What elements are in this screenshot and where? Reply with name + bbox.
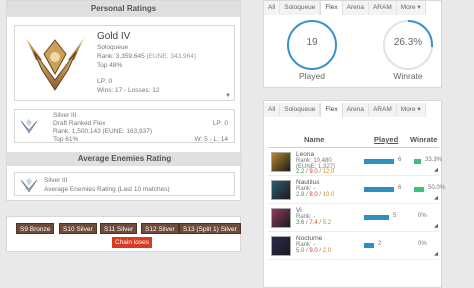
tab-all[interactable]: All [264,103,281,117]
expand-corner-icon[interactable]: ◢ [434,167,438,173]
silver-rank-emblem-icon [20,119,38,134]
solo-lp: LP: 0 [97,78,113,85]
stats-panel: All Soloqueue Flex Arena ARAM More ▾ 19 … [263,0,442,88]
solo-queue-name: Soloqueue [97,44,129,51]
header-divider [268,147,439,148]
enemies-rank-card: Silver III Average Enemies Rating (Last … [14,172,235,196]
tab-arena[interactable]: Arena [342,103,369,117]
enemies-desc: Average Enemies Rating (Last 10 matches) [44,186,170,193]
expand-chevron-icon[interactable]: ▼ [225,93,231,99]
champion-name[interactable]: Nautilus [296,179,319,186]
tab-soloqueue[interactable]: Soloqueue [280,103,321,117]
tab-all[interactable]: All [264,1,281,15]
flex-queue-name: Draft Ranked Flex [53,120,106,127]
played-bar [364,215,389,220]
winrate-ring: 26.3% [382,19,434,71]
champion-kda: 2.8 / 8.0 / 10.0 [296,192,335,198]
champion-row[interactable]: Nocturne Rank: -5.0 / 9.0 / 2.0 2 0% ◢ [268,233,439,260]
tab-flex[interactable]: Flex [320,1,343,15]
played-column-header[interactable]: Played [374,135,398,144]
champion-kda: 2.2 / 9.0 / 12.0 [296,169,335,175]
tab-soloqueue[interactable]: Soloqueue [280,1,321,15]
flex-rank: Rank: 1,500,143 (EUNE: 163,937) [53,128,153,135]
flex-rank-card: Silver III Draft Ranked Flex Rank: 1,500… [14,109,235,143]
played-bar [364,187,394,192]
played-count: 2 [378,241,382,247]
winrate-value: 26.3% [393,37,423,48]
winrate-column-header[interactable]: Winrate [410,135,437,144]
tab-more[interactable]: More ▾ [396,103,426,117]
flex-top-percent: Top 61% [53,136,79,143]
solo-record: Wins: 17 - Losses: 12 [97,87,160,94]
tab-aram[interactable]: ARAM [368,103,397,117]
season-badge[interactable]: S11 Silver [100,223,138,234]
winrate-bar [414,187,424,192]
winrate-percent: 50.0% [428,185,446,191]
played-bar [364,243,374,248]
champion-row[interactable]: Nautilus Rank: -2.8 / 8.0 / 10.0 6 50.0% ◢ [268,177,445,204]
champion-portrait[interactable] [271,152,291,172]
champion-kda: 3.6 / 7.4 / 5.2 [296,220,332,226]
solo-top-percent: Top 48% [97,62,123,69]
played-count: 6 [398,157,402,163]
champion-name[interactable]: Leona [296,151,314,158]
chevron-down-icon: ▾ [417,106,421,113]
champion-portrait[interactable] [271,236,291,256]
solo-rank: Rank: 3,359,645 (EUNE: 343,964) [97,53,197,60]
chevron-down-icon: ▾ [417,4,421,11]
stats-tabs: All Soloqueue Flex Arena ARAM More ▾ [264,1,426,15]
champion-name[interactable]: Vi [296,207,302,214]
played-count: 5 [393,213,397,219]
played-count: 19 [306,37,318,48]
silver-rank-emblem-icon [20,178,38,193]
played-ring: 19 [286,19,338,71]
expand-corner-icon[interactable]: ◢ [434,195,438,201]
season-badge[interactable]: S9 Bronze [16,223,55,234]
expand-corner-icon[interactable]: ◢ [434,223,438,229]
average-enemies-title: Average Enemies Rating [7,152,242,166]
champion-kda: 5.0 / 9.0 / 2.0 [296,248,332,254]
season-badge[interactable]: S10 Silver [59,223,97,234]
season-badge[interactable]: S13 (Split 1) Silver [179,223,241,234]
winrate-percent: 33.3% [425,157,443,163]
winrate-label: Winrate [393,71,423,81]
tab-aram[interactable]: ARAM [368,1,397,15]
flex-record: W: 5 - L: 14 [194,136,228,143]
enemies-tier: Silver III [44,177,68,184]
name-column-header[interactable]: Name [304,135,324,144]
champion-portrait[interactable] [271,180,291,200]
gold-rank-emblem-icon [26,38,84,91]
soloqueue-rank-card: Gold IV Soloqueue Rank: 3,359,645 (EUNE:… [14,25,235,101]
season-history-panel: S9 Bronze S10 Silver S11 Silver S12 Silv… [6,216,241,252]
played-bar [364,159,394,164]
tab-arena[interactable]: Arena [342,1,369,15]
champion-portrait[interactable] [271,208,291,228]
winrate-bar [414,159,421,164]
champion-row[interactable]: Vi Rank: -3.6 / 7.4 / 5.2 5 0% ◢ [268,205,439,232]
season-badge[interactable]: S12 Silver [141,223,179,234]
personal-ratings-title: Personal Ratings [7,1,240,17]
flex-tier: Silver III [53,112,77,119]
solo-tier: Gold IV [97,31,131,42]
winrate-percent: 0% [418,241,427,247]
tab-flex[interactable]: Flex [320,103,343,117]
played-count: 6 [398,185,402,191]
flex-lp: LP: 0 [212,120,228,127]
champion-row[interactable]: Leona Rank: 10,480 (EUNE: 1,327) 2.2 / 9.0 … [268,149,443,176]
personal-ratings-panel: Personal Ratings Gold IV Soloqueue Rank:… [6,0,242,201]
winrate-percent: 0% [418,213,427,219]
champions-panel: All Soloqueue Flex Arena ARAM More ▾ Nam… [263,100,445,288]
tab-more[interactable]: More ▾ [396,1,426,15]
played-label: Played [299,71,325,81]
champion-tabs: All Soloqueue Flex Arena ARAM More ▾ [264,103,426,117]
expand-corner-icon[interactable]: ◢ [434,251,438,257]
champion-name[interactable]: Nocturne [296,235,322,242]
chain-loses-badge[interactable]: Chain loses [112,237,152,248]
